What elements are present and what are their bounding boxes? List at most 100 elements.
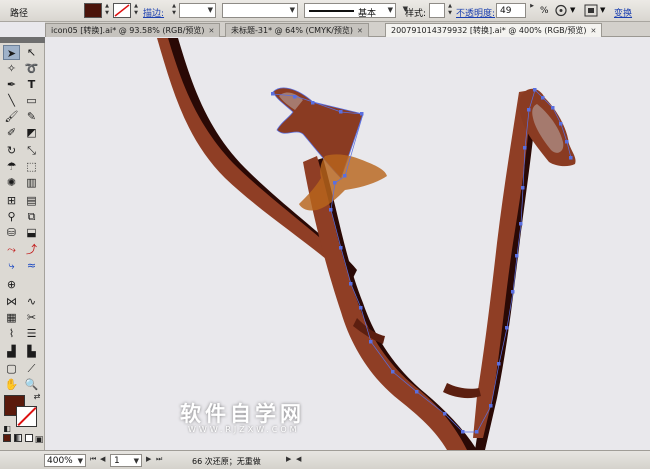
mesh-icon[interactable]: ⊞ — [3, 193, 20, 208]
stroke-link[interactable]: 描边: — [143, 6, 164, 19]
line-icon[interactable]: ╲ — [3, 93, 20, 108]
lasso-icon[interactable]: ➰ — [23, 61, 40, 76]
knife-icon[interactable]: ⟋ — [23, 361, 40, 376]
opacity-slider-arrow[interactable]: ▶ — [528, 3, 536, 18]
tab-active-document[interactable]: 20079101437993​2 [转换].ai* @ 400% (RGB/预览… — [385, 23, 603, 37]
eraser-icon[interactable]: ◩ — [23, 125, 40, 140]
chevron-down-icon: ▼ — [289, 6, 295, 14]
stroke-swatch[interactable] — [113, 3, 131, 18]
stroke-weight-input[interactable]: ▼ — [179, 3, 216, 18]
chevron-down-icon: ▼ — [133, 457, 139, 465]
crop-icon[interactable]: ▦ — [3, 310, 20, 325]
style-label: 样式: — [405, 9, 427, 19]
status-bar: 400% ▼ ⏮ ◀ 1 ▼ ▶ ⏭ 66 次还原；无重做 ▶ ◀ — [0, 450, 650, 469]
hand-icon[interactable]: ✋ — [3, 377, 20, 392]
document-tab-bar: icon05 [转换].ai* @ 93.58% (RGB/预览) ✕ 未标题-3… — [45, 22, 650, 37]
artboard-canvas[interactable] — [45, 38, 650, 450]
live-paint-select-icon[interactable]: ⬓ — [23, 225, 40, 240]
close-icon[interactable]: ✕ — [209, 27, 215, 35]
variable-width-profile-dropdown[interactable]: ▼ — [222, 3, 298, 18]
artboard-icon[interactable]: ⋈ — [3, 294, 20, 309]
screen-mode-icon[interactable]: ▣ — [34, 433, 44, 448]
warp-icon[interactable]: ☂ — [3, 159, 20, 174]
fill-dropdown-arrow[interactable]: ▲ ▼ — [103, 3, 111, 18]
chevron-down-icon: ▼ — [387, 6, 393, 14]
transform-link[interactable]: 变换 — [614, 6, 632, 19]
perspective-select-icon[interactable]: ≈ — [23, 258, 40, 273]
tab-icon05[interactable]: icon05 [转换].ai* @ 93.58% (RGB/预览) ✕ — [45, 23, 221, 37]
graphic-style-swatch[interactable] — [429, 3, 445, 18]
none-mode-button[interactable] — [25, 434, 33, 442]
slice-icon[interactable]: ∿ — [23, 294, 40, 309]
stroke-preview-icon — [309, 10, 354, 12]
lower-twig — [443, 383, 481, 399]
scroll-left-icon[interactable]: ◀ — [296, 455, 301, 463]
zoom-dropdown[interactable]: 400% ▼ — [44, 454, 86, 467]
tab-untitled-31[interactable]: 未标题-31* @ 64% (CMYK/预览) ✕ — [225, 23, 369, 37]
panel-grip[interactable] — [0, 37, 45, 43]
chevron-down-icon[interactable]: ▼ — [570, 6, 575, 14]
next-artboard-icon[interactable]: ▶ — [146, 455, 151, 463]
tools-panel: ➤ ↖ ✧ ➰ ✒ T ╲ ▭ 🖌 ✎ ✐ ◩ ↻ ⤡ ☂ ⬚ ✺ ▥ ⊞ ▤ … — [0, 37, 45, 450]
recolor-artwork-icon[interactable] — [554, 3, 568, 18]
scale-icon[interactable]: ⤡ — [23, 143, 40, 158]
chevron-down-icon[interactable]: ▼ — [600, 6, 605, 14]
stroke-weight-stepper[interactable]: ▲ ▼ — [170, 3, 178, 18]
swap-colors-icon[interactable]: ⇄ — [32, 389, 42, 404]
scissors-icon[interactable]: ✂ — [23, 310, 40, 325]
chevron-down-icon: ▼ — [77, 457, 83, 465]
width-tool-icon[interactable]: ⤳ — [3, 242, 20, 257]
blob-brush-icon[interactable]: ✐ — [3, 125, 20, 140]
watermark-url: WWW.RJZXW.COM — [188, 425, 300, 434]
paintbrush-icon[interactable]: 🖌 — [3, 109, 20, 124]
pencil-icon[interactable]: ✎ — [23, 109, 40, 124]
close-icon[interactable]: ✕ — [590, 27, 596, 35]
opacity-link[interactable]: 不透明度: — [456, 6, 495, 19]
direct-selection-icon[interactable]: ↖ — [23, 45, 40, 60]
perspective-grid-icon[interactable]: ⤷ — [3, 258, 20, 273]
right-branch — [473, 90, 531, 438]
stroke-color-box[interactable] — [16, 406, 37, 427]
color-mode-button[interactable] — [3, 434, 11, 442]
style-dropdown-arrow[interactable]: ▲ ▼ — [446, 3, 454, 18]
column-graph-icon[interactable]: ▥ — [23, 175, 40, 190]
align-options-icon[interactable] — [584, 3, 598, 18]
control-bar: 路径 ▲ ▼ ▲ ▼ 描边: ▲ ▼ ▼ ▼ 基本 ▼ ▼ 样式: ▲ ▼ 不透明度: … — [0, 0, 650, 22]
status-menu-icon[interactable]: ▶ — [286, 455, 291, 463]
list-icon[interactable]: ☰ — [23, 326, 40, 341]
first-artboard-icon[interactable]: ⏮ — [90, 455, 96, 464]
previous-artboard-icon[interactable]: ◀ — [100, 455, 105, 463]
live-paint-icon[interactable]: ⛁ — [3, 225, 20, 240]
fill-swatch[interactable] — [84, 3, 102, 18]
graph-icon[interactable]: ⌇ — [3, 326, 20, 341]
chart-icon[interactable]: ▙ — [23, 344, 40, 359]
no-stroke-icon — [114, 4, 130, 17]
chevron-down-icon: ▼ — [207, 6, 213, 14]
opacity-unit: % — [540, 6, 549, 16]
rotate-icon[interactable]: ↻ — [3, 143, 20, 158]
object-type-label: 路径 — [10, 9, 29, 19]
gradient-icon[interactable]: ▤ — [23, 193, 40, 208]
rectangle-icon[interactable]: ▭ — [23, 93, 40, 108]
opacity-input[interactable]: 49 — [496, 3, 526, 18]
free-transform-icon[interactable]: ⬚ — [23, 159, 40, 174]
close-icon[interactable]: ✕ — [357, 27, 363, 35]
blend-icon[interactable]: ⧉ — [23, 209, 40, 224]
frame-icon[interactable]: ▢ — [3, 361, 20, 376]
gradient-mode-button[interactable] — [14, 434, 22, 442]
branch-illustration[interactable] — [45, 38, 650, 450]
eyedropper-icon[interactable]: ⚲ — [3, 209, 20, 224]
artboard-navigation-dropdown[interactable]: 1 ▼ — [110, 454, 142, 467]
stroke-dropdown-arrow[interactable]: ▲ ▼ — [132, 3, 140, 18]
shape-builder-icon[interactable]: ⤴ — [23, 242, 40, 257]
brush-definition-dropdown[interactable]: 基本 ▼ — [304, 3, 396, 19]
selection-arrow-icon[interactable]: ➤ — [3, 45, 20, 60]
last-artboard-icon[interactable]: ⏭ — [156, 455, 162, 464]
watermark-text: 软件自学网 — [180, 402, 305, 426]
magic-wand-icon[interactable]: ✧ — [3, 61, 20, 76]
crosshair-icon[interactable]: ⊕ — [3, 277, 20, 292]
pen-icon[interactable]: ✒ — [3, 77, 20, 92]
bar-graph-icon[interactable]: ▟ — [3, 344, 20, 359]
type-icon[interactable]: T — [23, 77, 40, 92]
symbol-sprayer-icon[interactable]: ✺ — [3, 175, 20, 190]
